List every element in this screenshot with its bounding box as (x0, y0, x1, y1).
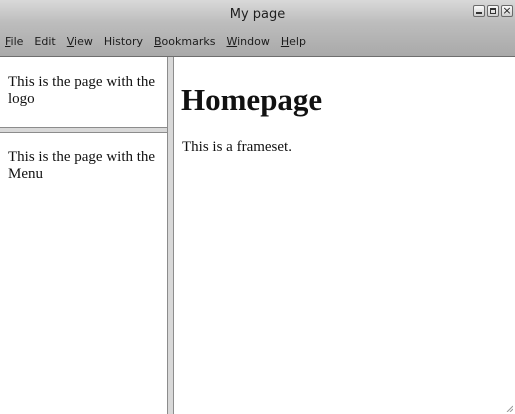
menu-frame: This is the page with the Menu (0, 133, 167, 414)
main-frame: Homepage This is a frameset. (174, 57, 515, 414)
window-controls: × (473, 4, 513, 17)
menu-help-label: elp (289, 35, 306, 48)
menu-history[interactable]: History (104, 35, 143, 55)
menu-view-mnemonic: V (66, 35, 75, 48)
menu-help[interactable]: Help (281, 35, 306, 55)
window-title: My page (229, 7, 286, 22)
minimize-icon (476, 12, 482, 14)
menu-file-label: ile (10, 35, 24, 48)
menu-frame-text: This is the page with the Menu (8, 149, 156, 182)
page-heading: Homepage (181, 82, 323, 117)
close-icon: × (502, 4, 512, 17)
main-paragraph: This is a frameset. (182, 139, 292, 155)
left-frames: This is the page with the logo This is t… (0, 57, 167, 414)
maximize-button[interactable] (487, 5, 499, 17)
logo-frame: This is the page with the logo (0, 57, 167, 127)
close-button[interactable]: × (501, 4, 513, 17)
menu-window-mnemonic: W (226, 35, 238, 48)
menu-history-label: History (103, 35, 143, 48)
menu-help-mnemonic: H (280, 35, 290, 48)
maximize-icon (490, 8, 496, 14)
logo-frame-text: This is the page with the logo (8, 74, 156, 107)
menu-bookmarks-mnemonic: B (154, 35, 162, 48)
frameset: This is the page with the logo This is t… (0, 57, 515, 414)
minimize-button[interactable] (473, 5, 485, 17)
title-bar[interactable]: My page × (0, 0, 515, 28)
menu-bookmarks[interactable]: Bookmarks (154, 35, 215, 55)
menu-window[interactable]: Window (226, 35, 269, 55)
frame-divider-vertical[interactable] (167, 57, 174, 414)
menu-edit-label: Edit (34, 35, 56, 48)
menu-file[interactable]: File (5, 35, 23, 55)
menu-bar: File Edit View History Bookmarks Window … (0, 35, 312, 55)
browser-window: My page × File Edit View History Bookmar… (0, 0, 515, 414)
menu-view[interactable]: View (67, 35, 93, 55)
menu-edit[interactable]: Edit (34, 35, 55, 55)
window-chrome: My page × File Edit View History Bookmar… (0, 0, 515, 57)
menu-window-label: indow (237, 35, 270, 48)
menu-view-label: iew (74, 35, 93, 48)
menu-bookmarks-label: ookmarks (161, 35, 216, 48)
resize-grip-icon[interactable] (505, 404, 513, 412)
